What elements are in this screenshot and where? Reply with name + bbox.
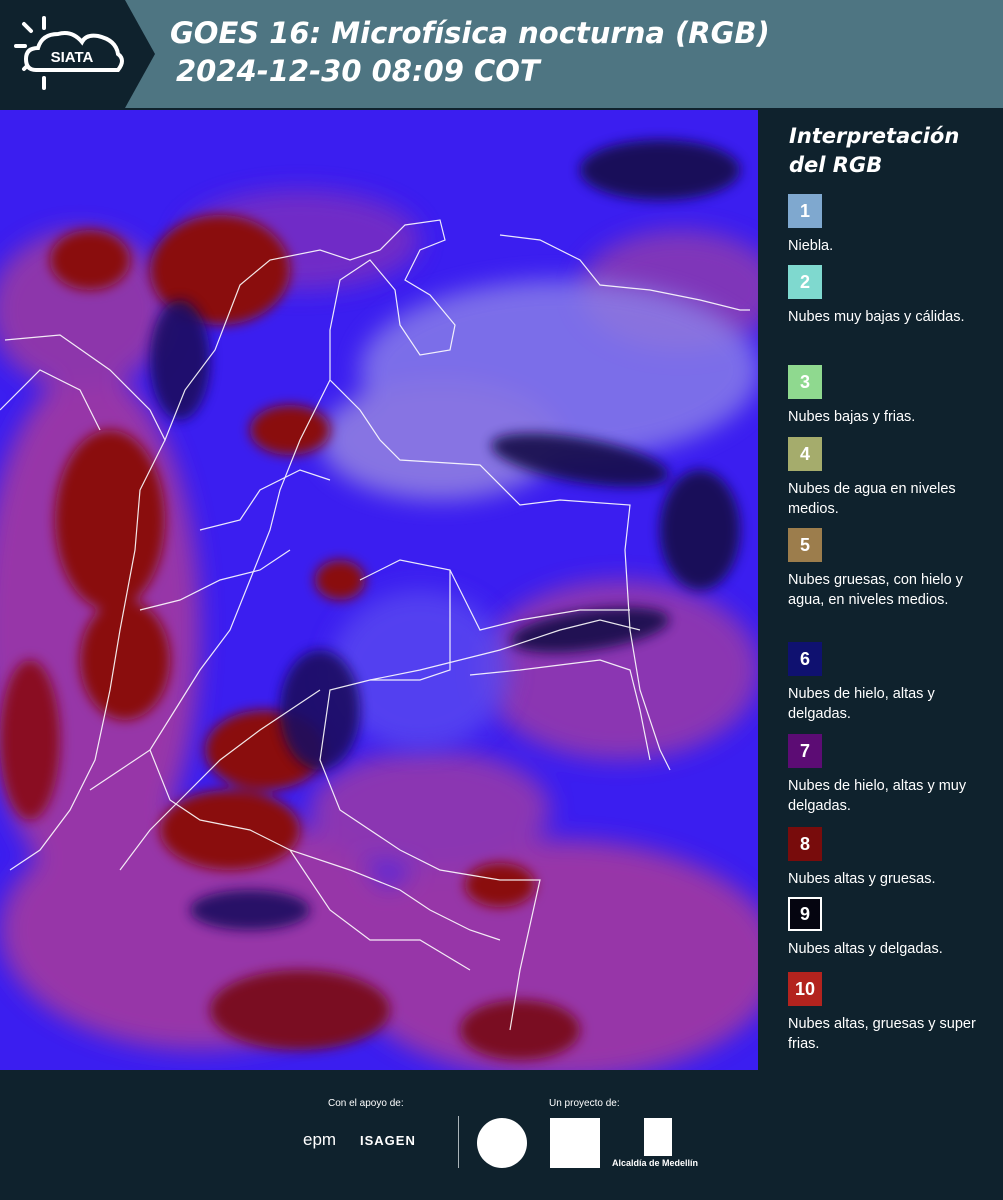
legend-item: 5 Nubes gruesas, con hielo y agua, en niv… bbox=[788, 528, 998, 610]
legend-swatch: 3 bbox=[788, 365, 822, 399]
legend-swatch: 6 bbox=[788, 642, 822, 676]
project-label: Un proyecto de: bbox=[549, 1098, 620, 1109]
legend-item: 7 Nubes de hielo, altas y muy delgadas. bbox=[788, 734, 998, 816]
legend-panel: Interpretación del RGB 1 Niebla. 2 Nubes mu… bbox=[760, 110, 1003, 1070]
epm-logo: epm bbox=[303, 1130, 337, 1149]
legend-swatch: 2 bbox=[788, 265, 822, 299]
legend-label: Nubes de hielo, altas y muy delgadas. bbox=[788, 778, 967, 814]
legend-swatch: 10 bbox=[788, 972, 822, 1006]
legend-item: 10 Nubes altas, gruesas y super frias. bbox=[788, 972, 998, 1054]
siata-logo: SIATA bbox=[0, 0, 155, 108]
legend-label: Nubes de agua en niveles medios. bbox=[788, 481, 956, 517]
legend-label: Nubes gruesas, con hielo y agua, en nive… bbox=[788, 572, 963, 608]
legend-swatch: 5 bbox=[788, 528, 822, 562]
legend-item: 1 Niebla. bbox=[788, 194, 998, 256]
legend-item: 2 Nubes muy bajas y cálidas. bbox=[788, 265, 998, 327]
satellite-map[interactable] bbox=[0, 110, 758, 1070]
page-title: GOES 16: Microfísica nocturna (RGB) bbox=[170, 16, 770, 50]
legend-swatch: 1 bbox=[788, 194, 822, 228]
legend-label: Nubes altas y gruesas. bbox=[788, 871, 936, 887]
header-bar: SIATA GOES 16: Microfísica nocturna (RGB… bbox=[0, 0, 1003, 108]
university-seal-icon bbox=[477, 1118, 527, 1168]
footer-divider bbox=[458, 1116, 459, 1168]
alcaldia-label: Alcaldía de Medellín bbox=[612, 1158, 699, 1168]
legend-label: Nubes bajas y frias. bbox=[788, 409, 916, 425]
legend-label: Nubes de hielo, altas y delgadas. bbox=[788, 686, 935, 722]
isagen-logo: ISAGEN bbox=[360, 1133, 416, 1148]
area-metropolitana-logo bbox=[550, 1118, 600, 1168]
siata-logo-text: SIATA bbox=[51, 49, 94, 66]
legend-swatch: 8 bbox=[788, 827, 822, 861]
legend-label: Nubes altas, gruesas y super frias. bbox=[788, 1016, 976, 1052]
legend-label: Nubes muy bajas y cálidas. bbox=[788, 309, 965, 325]
legend-swatch: 7 bbox=[788, 734, 822, 768]
timestamp: 2024-12-30 08:09 COT bbox=[176, 54, 540, 88]
legend-label: Niebla. bbox=[788, 238, 834, 254]
legend-item: 4 Nubes de agua en niveles medios. bbox=[788, 437, 998, 519]
legend-item: 9 Nubes altas y delgadas. bbox=[788, 897, 998, 959]
footer: Con el apoyo de: Un proyecto de: epm ISA… bbox=[0, 1070, 1003, 1200]
legend-swatch: 9 bbox=[788, 897, 822, 931]
legend-item: 3 Nubes bajas y frias. bbox=[788, 365, 998, 427]
support-label: Con el apoyo de: bbox=[328, 1098, 404, 1109]
legend-item: 6 Nubes de hielo, altas y delgadas. bbox=[788, 642, 998, 724]
legend-item: 8 Nubes altas y gruesas. bbox=[788, 827, 998, 889]
legend-swatch: 4 bbox=[788, 437, 822, 471]
legend-label: Nubes altas y delgadas. bbox=[788, 941, 943, 957]
legend-title: Interpretación del RGB bbox=[789, 124, 960, 177]
alcaldia-icon bbox=[644, 1118, 672, 1156]
